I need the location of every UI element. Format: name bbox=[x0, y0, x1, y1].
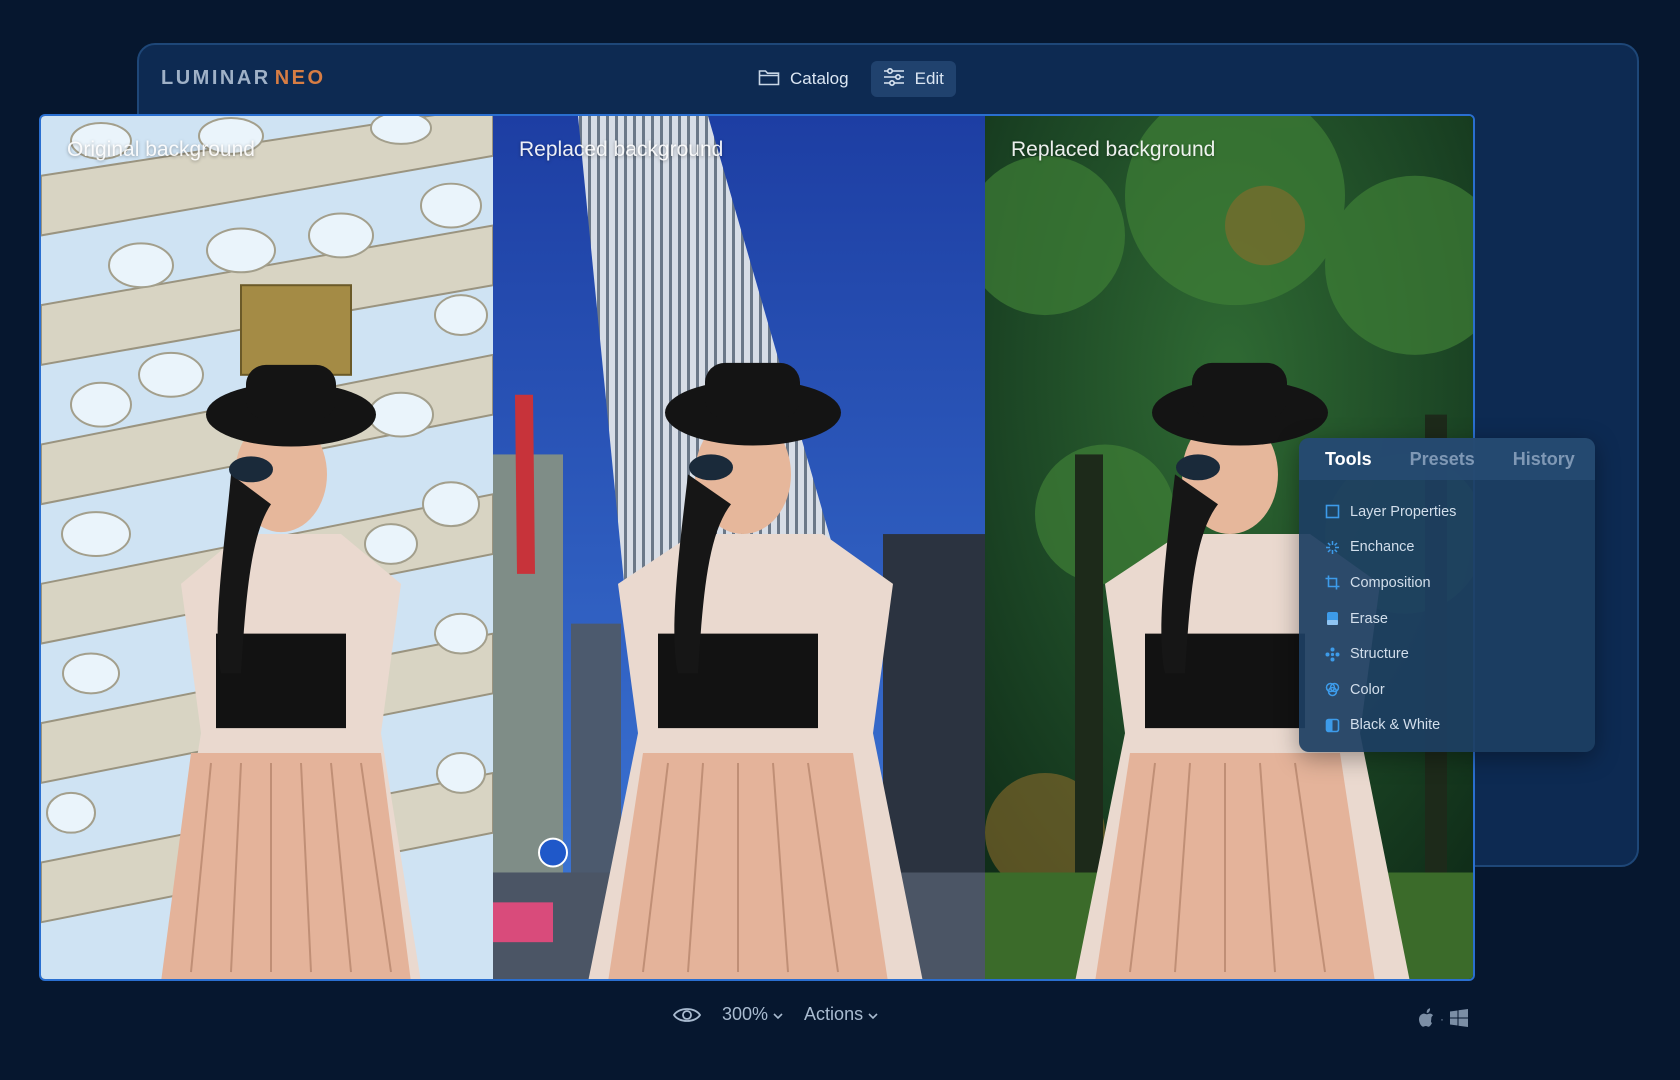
crop-icon bbox=[1325, 575, 1340, 590]
logo-neo: NEO bbox=[274, 67, 326, 89]
logo-luminar: LUMINAR bbox=[161, 67, 271, 89]
tool-label: Composition bbox=[1350, 574, 1431, 591]
edit-button[interactable]: Edit bbox=[870, 61, 956, 97]
chevron-down-icon bbox=[867, 1004, 879, 1025]
edit-label: Edit bbox=[914, 69, 944, 88]
apple-icon bbox=[1418, 1008, 1434, 1030]
tool-layer-properties[interactable]: Layer Properties bbox=[1325, 494, 1595, 530]
panel-label: Original background bbox=[67, 138, 255, 161]
half-square-icon bbox=[1325, 718, 1340, 733]
square-icon bbox=[1325, 504, 1340, 519]
tool-structure[interactable]: Structure bbox=[1325, 636, 1595, 672]
catalog-button[interactable]: Catalog bbox=[746, 61, 861, 97]
original-background-panel: Original background bbox=[41, 116, 493, 979]
original-photo bbox=[41, 116, 493, 979]
tab-presets[interactable]: Presets bbox=[1410, 449, 1475, 470]
top-nav: Catalog Edit bbox=[746, 61, 956, 97]
panel-label: Replaced background bbox=[519, 138, 724, 161]
city-background-panel: Replaced background bbox=[493, 116, 985, 979]
actions-dropdown[interactable]: Actions bbox=[804, 1004, 879, 1025]
actions-label: Actions bbox=[804, 1004, 864, 1024]
sparkle-icon bbox=[1325, 540, 1340, 555]
zoom-dropdown[interactable]: 300% bbox=[722, 1004, 784, 1025]
tool-label: Color bbox=[1350, 681, 1385, 698]
os-separator: · bbox=[1440, 1012, 1444, 1026]
zoom-value: 300% bbox=[722, 1004, 769, 1024]
color-circles-icon bbox=[1325, 682, 1340, 697]
tool-color[interactable]: Color bbox=[1325, 672, 1595, 708]
tab-history[interactable]: History bbox=[1513, 449, 1575, 470]
app-logo: LUMINAR NEO bbox=[161, 67, 326, 90]
os-icons: · bbox=[1418, 1008, 1468, 1030]
panel-label: Replaced background bbox=[1011, 138, 1216, 161]
chevron-down-icon bbox=[772, 1004, 784, 1025]
photo-comparison: Original background Replaced background … bbox=[39, 114, 1475, 981]
eraser-icon bbox=[1325, 611, 1340, 626]
catalog-label: Catalog bbox=[790, 69, 849, 88]
windows-icon bbox=[1450, 1008, 1468, 1030]
tool-label: Structure bbox=[1350, 646, 1409, 663]
tool-label: Black & White bbox=[1350, 717, 1441, 734]
structure-icon bbox=[1325, 647, 1340, 662]
tool-label: Layer Properties bbox=[1350, 503, 1457, 520]
stage: LUMINAR NEO Catalog Edit Original backgr… bbox=[0, 0, 1680, 1080]
bottom-bar: 300% Actions bbox=[672, 1004, 879, 1025]
tools-panel: Tools Presets History Layer Properties E… bbox=[1299, 438, 1595, 752]
tool-composition[interactable]: Composition bbox=[1325, 565, 1595, 601]
city-photo bbox=[493, 116, 985, 979]
tool-erase[interactable]: Erase bbox=[1325, 601, 1595, 637]
tab-tools[interactable]: Tools bbox=[1325, 449, 1372, 470]
tool-label: Erase bbox=[1350, 610, 1388, 627]
eye-icon[interactable] bbox=[672, 1005, 702, 1025]
tools-tabs: Tools Presets History bbox=[1299, 438, 1595, 480]
sliders-icon bbox=[883, 67, 905, 91]
tool-black-white[interactable]: Black & White bbox=[1325, 708, 1595, 744]
folder-icon bbox=[758, 68, 780, 91]
tool-label: Enchance bbox=[1350, 539, 1415, 556]
tool-list: Layer Properties Enchance Composition Er… bbox=[1299, 480, 1595, 743]
tool-enchance[interactable]: Enchance bbox=[1325, 530, 1595, 566]
